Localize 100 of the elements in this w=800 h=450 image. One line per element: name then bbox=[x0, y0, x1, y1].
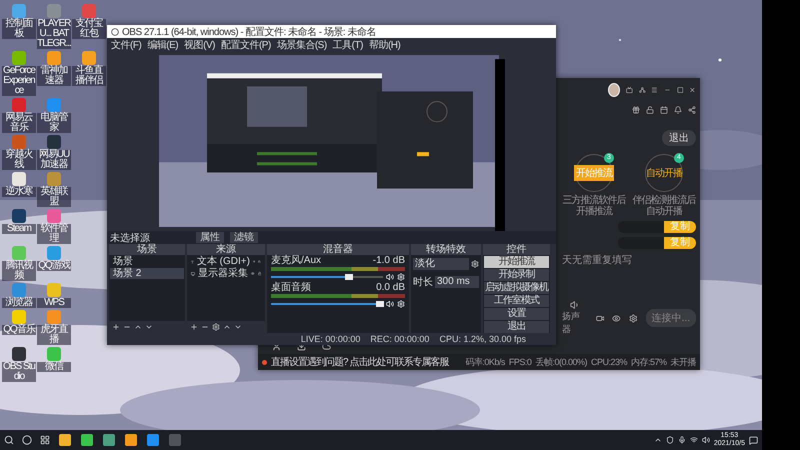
selection-label: 未选择源 bbox=[110, 232, 151, 244]
volume-reading: 0.0 dB bbox=[376, 283, 405, 293]
menu-item[interactable]: 视图(V) bbox=[184, 38, 215, 52]
eye-icon bbox=[251, 270, 254, 277]
volume-reading: -1.0 dB bbox=[372, 256, 405, 266]
lock-icon bbox=[258, 258, 262, 265]
menu-item[interactable]: 编辑(E) bbox=[147, 38, 178, 52]
icon-label: GeForce Experience bbox=[2, 66, 36, 96]
icon-label: 穿越火线 bbox=[2, 150, 36, 170]
panel-title: 混音器 bbox=[323, 244, 353, 255]
scene-item[interactable]: 场景 2 bbox=[110, 268, 184, 279]
input-field[interactable] bbox=[618, 237, 664, 249]
cpu-status: CPU: 1.2%, 30.00 fps bbox=[439, 334, 526, 344]
taskbar-app[interactable] bbox=[81, 434, 93, 446]
avatar[interactable] bbox=[608, 83, 620, 97]
control-button[interactable]: 工作室模式 bbox=[484, 295, 549, 307]
taskbar-app[interactable] bbox=[147, 434, 159, 446]
exit-button[interactable]: 退出 bbox=[662, 130, 696, 146]
calendar-icon bbox=[660, 106, 668, 114]
taskbar-app[interactable] bbox=[125, 434, 137, 446]
toolbar-button[interactable]: 属性 bbox=[196, 232, 224, 243]
control-button[interactable]: 开始录制 bbox=[484, 269, 549, 281]
icon-label: OBS Studio bbox=[2, 362, 36, 382]
live-timer: LIVE: 00:00:00 bbox=[300, 334, 360, 344]
notification-icon[interactable] bbox=[749, 436, 758, 444]
alert-dot bbox=[262, 360, 267, 364]
icon-label: 浏览器 bbox=[2, 298, 36, 308]
help-link[interactable]: 直播设置遇到问题? 点击此处可联系专属客服 bbox=[271, 355, 448, 369]
taskbar-app[interactable] bbox=[103, 434, 115, 446]
source-item[interactable]: 显示器采集 bbox=[198, 268, 248, 279]
icon-label: 电脑管家 bbox=[37, 113, 71, 133]
caret-icon bbox=[654, 436, 662, 444]
control-button[interactable]: 开始推流 bbox=[484, 256, 549, 268]
cloud-icon bbox=[322, 342, 331, 351]
gift-icon bbox=[632, 106, 640, 114]
obs-logo-icon bbox=[111, 28, 119, 36]
mode-button[interactable]: 自动开播 bbox=[644, 165, 684, 181]
icon-label: 微信 bbox=[37, 362, 71, 372]
video-icon bbox=[596, 314, 604, 322]
up-icon bbox=[223, 323, 231, 331]
stat-text: 未开播 bbox=[670, 356, 696, 368]
speaker-icon bbox=[570, 300, 580, 310]
add-icon bbox=[190, 323, 198, 331]
mic-icon bbox=[678, 436, 686, 444]
icon-label: 逆水寒 bbox=[2, 187, 36, 197]
tv-icon bbox=[626, 86, 633, 94]
search-icon[interactable] bbox=[4, 435, 14, 445]
taskbar-app[interactable] bbox=[169, 434, 181, 446]
mode-caption: 三方推流软件后开播推流 bbox=[562, 195, 626, 217]
settings-icon bbox=[397, 300, 405, 308]
duration-field[interactable]: 300 ms bbox=[435, 276, 479, 288]
text-icon bbox=[191, 258, 194, 266]
settings-icon bbox=[212, 323, 220, 331]
source-item[interactable]: 文本 (GDI+) bbox=[196, 256, 250, 267]
transition-select[interactable]: 淡化 bbox=[413, 258, 469, 270]
circle-icon[interactable] bbox=[22, 435, 32, 445]
control-button[interactable]: 启动虚拟摄像机 bbox=[484, 282, 549, 294]
icon-label: Steam bbox=[2, 224, 36, 234]
toolbar-button[interactable]: 滤镜 bbox=[230, 232, 258, 243]
icon-label: QQ游戏 bbox=[37, 261, 71, 271]
icon-label: 支付宝红包 bbox=[72, 19, 106, 39]
menu-item[interactable]: 工具(T) bbox=[332, 38, 363, 52]
volume-icon bbox=[702, 436, 710, 444]
rec-timer: REC: 00:00:00 bbox=[370, 334, 430, 344]
stat-text: CPU:23% bbox=[590, 357, 627, 367]
menu-item[interactable]: 场景集合(S) bbox=[276, 38, 327, 52]
control-button[interactable]: 退出 bbox=[484, 321, 549, 333]
panel-title: 转场特效 bbox=[426, 244, 466, 255]
app-icon[interactable] bbox=[12, 347, 26, 361]
control-button[interactable]: 设置 bbox=[484, 308, 549, 320]
settings-icon bbox=[397, 273, 405, 281]
menu-item[interactable]: 文件(F) bbox=[111, 38, 142, 52]
channel-name: 麦克风/Aux bbox=[271, 256, 322, 266]
menu-item[interactable]: 配置文件(P) bbox=[220, 38, 271, 52]
taskbar-app[interactable] bbox=[59, 434, 71, 446]
icon-label: 雷神加速器 bbox=[37, 66, 71, 86]
icon-label: PLAYERU... BATTLEGR... bbox=[37, 19, 71, 49]
input-field[interactable] bbox=[618, 221, 664, 233]
icon-label: 斗鱼直播伴侣 bbox=[72, 66, 106, 86]
icon-label: 网易云音乐 bbox=[2, 113, 36, 133]
scene-item[interactable]: 场景 bbox=[110, 256, 184, 267]
icon-label: 虎牙直播 bbox=[37, 325, 71, 345]
down-icon bbox=[145, 323, 153, 331]
add-icon bbox=[112, 323, 120, 331]
menu-item[interactable]: 帮助(H) bbox=[368, 38, 400, 52]
icon-label: 腾讯视频 bbox=[2, 261, 36, 281]
icon-label: 网易UU加速器 bbox=[37, 150, 71, 170]
speaker-label: 扬声器 bbox=[562, 310, 581, 336]
icon-label: 软件管理 bbox=[37, 224, 71, 244]
speaker-icon bbox=[386, 273, 394, 281]
task-view-icon[interactable] bbox=[40, 435, 50, 445]
stat-text: FPS:0 bbox=[508, 357, 532, 367]
window-title: OBS 27.1.1 (64-bit, windows) - 配置文件: 未命名 - 场景: 未命名 bbox=[122, 26, 376, 38]
hint-text: 天无需重复填写 bbox=[562, 254, 633, 267]
panel-title: 控件 bbox=[506, 244, 526, 255]
network-icon bbox=[690, 436, 698, 444]
download-icon bbox=[297, 342, 306, 351]
channel-name: 桌面音频 bbox=[271, 283, 311, 293]
duration-label: 时长 bbox=[413, 276, 433, 289]
app-icon[interactable] bbox=[12, 172, 26, 186]
